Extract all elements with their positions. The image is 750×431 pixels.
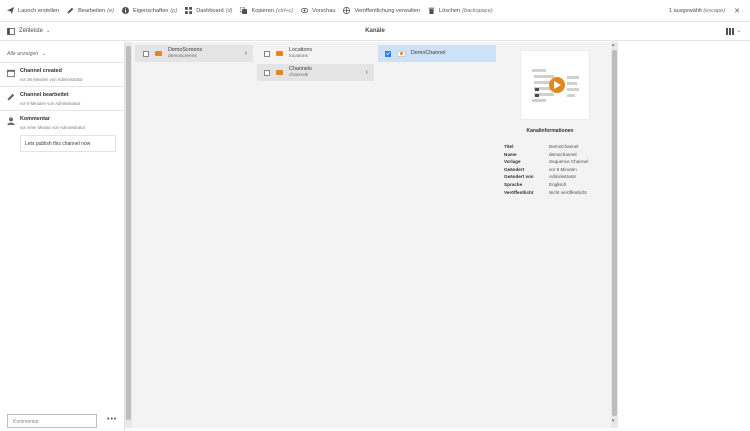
row-checkbox[interactable] xyxy=(143,50,149,57)
page-title: Kanäle xyxy=(365,28,385,34)
checkmark-icon xyxy=(386,52,390,56)
list-item[interactable]: DemoChannel xyxy=(378,45,496,62)
dashboard-button[interactable]: Dashboard (d) xyxy=(185,7,232,14)
close-icon[interactable]: ✕ xyxy=(734,7,740,15)
list-item[interactable]: Locations locations xyxy=(257,45,374,62)
row-checkbox[interactable] xyxy=(264,69,270,76)
row-checkbox[interactable] xyxy=(385,50,391,57)
comment-text: Lets publish this channel now xyxy=(20,135,116,152)
folder-icon xyxy=(276,51,283,56)
more-actions-button[interactable]: ••• xyxy=(107,416,117,423)
selection-status: 1 ausgewählt (escape) ✕ xyxy=(668,7,740,15)
chevron-down-icon: ⌄ xyxy=(42,51,47,57)
chevron-right-icon: › xyxy=(244,50,247,57)
manage-publication-button[interactable]: Veröffentlichung verwalten xyxy=(343,7,420,14)
timeline-scrollbar[interactable] xyxy=(125,42,132,428)
list-item[interactable]: DemoScreens demoscreens › xyxy=(135,45,253,62)
globe-icon xyxy=(343,7,351,14)
info-icon xyxy=(121,7,129,14)
delete-button[interactable]: Löschen (backspace) xyxy=(428,7,493,14)
folder-icon xyxy=(276,70,283,75)
properties-button[interactable]: Eigenschaften (p) xyxy=(121,7,177,14)
scrollbar-thumb[interactable] xyxy=(126,46,131,420)
preview-heading: Kanalinformationen xyxy=(526,128,574,134)
header-bar: Zeitleiste ⌄ Kanäle ⌄ xyxy=(0,22,750,41)
timeline-panel: Alle anzeigen ⌄ Channel created vor 36 M… xyxy=(0,42,125,431)
main-scrollbar[interactable] xyxy=(611,42,618,428)
list-item[interactable]: Channels channels › xyxy=(257,64,374,81)
copy-icon xyxy=(240,7,248,14)
timeline-entry[interactable]: Channel bearbeitet vor 9 Minuten von Adm… xyxy=(0,86,125,110)
launch-create-button[interactable]: Launch erstellen xyxy=(7,7,59,14)
timeline-entry[interactable]: Channel created vor 36 Minuten von Admin… xyxy=(0,62,125,86)
timeline-filter[interactable]: Alle anzeigen ⌄ xyxy=(7,51,124,57)
action-toolbar: Launch erstellen Bearbeiten (e) Eigenscha… xyxy=(0,0,750,22)
folder-icon xyxy=(155,51,162,56)
chevron-down-icon: ⌄ xyxy=(736,28,741,34)
scroll-up-arrow-icon[interactable]: ▴ xyxy=(612,42,615,48)
column-view-icon xyxy=(725,27,734,35)
dashboard-icon xyxy=(185,7,193,14)
scrollbar-thumb[interactable] xyxy=(612,50,617,416)
comment-input[interactable]: Kommentar xyxy=(7,414,97,428)
sequence-channel-icon xyxy=(532,69,579,102)
channel-thumbnail-icon xyxy=(397,50,406,57)
pencil-icon xyxy=(7,93,15,101)
row-checkbox[interactable] xyxy=(264,50,270,57)
user-icon xyxy=(7,117,15,125)
scroll-down-arrow-icon[interactable]: ▾ xyxy=(612,418,615,424)
paper-plane-icon xyxy=(7,7,14,14)
calendar-icon xyxy=(7,69,15,77)
view-switcher[interactable]: ⌄ xyxy=(725,27,741,35)
pencil-icon xyxy=(67,7,74,14)
eye-icon xyxy=(301,8,309,13)
chevron-right-icon: › xyxy=(365,69,368,76)
trash-icon xyxy=(428,7,435,14)
edit-button[interactable]: Bearbeiten (e) xyxy=(67,7,114,14)
preview-button[interactable]: Vorschau xyxy=(301,7,335,14)
channel-preview-image xyxy=(520,50,590,120)
copy-button[interactable]: Kopieren (ctrl+c) xyxy=(240,7,293,14)
